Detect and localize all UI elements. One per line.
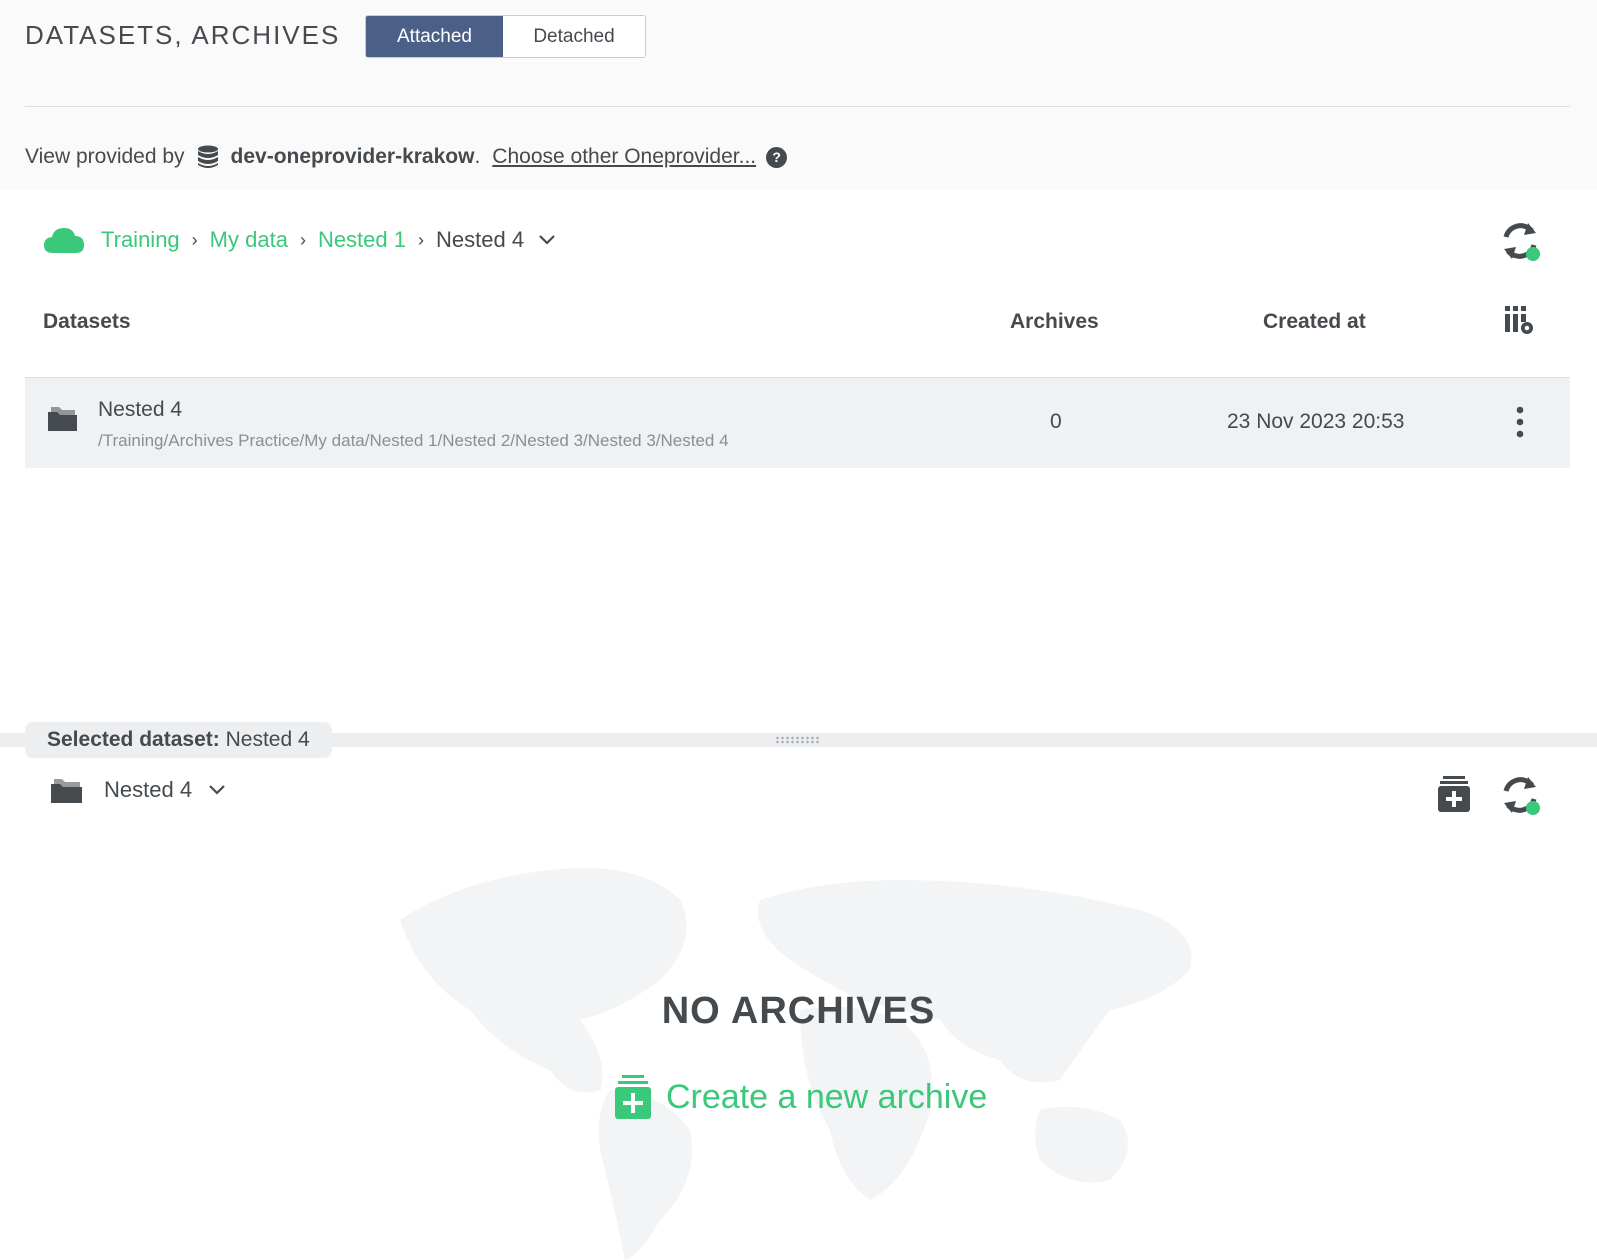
refresh-datasets-button[interactable]: [1500, 221, 1544, 268]
selected-dataset-tab: Selected dataset: Nested 4: [25, 722, 332, 758]
column-header-archives: Archives: [1010, 310, 1099, 333]
refresh-archives-button[interactable]: [1500, 775, 1544, 822]
add-archive-icon: [615, 1075, 651, 1119]
create-archive-button[interactable]: [1437, 775, 1471, 818]
breadcrumb-current: Nested 4: [436, 227, 525, 252]
dataset-name[interactable]: Nested 4: [98, 398, 182, 422]
column-header-created-at: Created at: [1263, 310, 1366, 333]
provider-name: dev-oneprovider-krakow: [230, 145, 475, 168]
breadcrumb-separator: ›: [191, 229, 198, 250]
breadcrumb-separator: ›: [418, 229, 424, 250]
world-map-background: [380, 860, 1220, 1260]
archives-dataset-name: Nested 4: [104, 777, 193, 802]
breadcrumb-item-training[interactable]: Training: [101, 227, 180, 253]
breadcrumb-separator: ›: [299, 229, 306, 250]
breadcrumb-item-nested-1[interactable]: Nested 1: [318, 227, 406, 253]
provider-period: .: [474, 145, 481, 168]
breadcrumb-item-my-data[interactable]: My data: [210, 227, 288, 253]
create-new-archive-link[interactable]: Create a new archive: [614, 1074, 987, 1120]
page-title: DATASETS, ARCHIVES: [25, 20, 341, 50]
archives-dataset-header: Nested 4: [50, 775, 226, 805]
more-options-icon[interactable]: [1515, 405, 1525, 444]
column-header-datasets: Datasets: [43, 310, 131, 333]
datasets-table-header: Datasets Archives Created at: [25, 300, 1570, 370]
refresh-icon: [1503, 777, 1540, 815]
dataset-created-at: 23 Nov 2023 20:53: [1227, 410, 1405, 433]
no-archives-title: NO ARCHIVES: [661, 990, 936, 1032]
columns-settings-icon[interactable]: [1503, 304, 1537, 342]
header-divider: [25, 106, 1570, 107]
table-row[interactable]: Nested 4 /Training/Archives Practice/My …: [25, 377, 1570, 468]
help-icon[interactable]: ?: [766, 146, 788, 168]
attached-detached-toggle: Attached Detached: [365, 15, 646, 58]
chevron-down-icon[interactable]: [538, 234, 556, 246]
selected-dataset-value: Nested 4: [225, 728, 310, 751]
chevron-down-icon[interactable]: [208, 784, 226, 796]
breadcrumb: Training › My data › Nested 1 › Nested 4: [43, 220, 556, 260]
detached-toggle-button[interactable]: Detached: [503, 16, 645, 57]
cloud-icon[interactable]: [43, 226, 85, 254]
resize-handle[interactable]: [775, 736, 821, 744]
dataset-archives-count: 0: [1050, 410, 1062, 433]
dataset-folder-icon: [47, 403, 79, 438]
provider-info: View provided by dev-oneprovider-krakow …: [25, 145, 788, 169]
selected-dataset-label: Selected dataset:: [47, 728, 220, 751]
refresh-icon: [1503, 223, 1540, 261]
choose-other-provider-link[interactable]: Choose other Oneprovider...: [492, 145, 756, 169]
dataset-path: /Training/Archives Practice/My data/Nest…: [98, 431, 729, 450]
create-archive-label: Create a new archive: [666, 1077, 988, 1116]
database-icon: [197, 145, 219, 169]
dataset-folder-icon: [50, 775, 84, 805]
add-archive-icon: [1438, 776, 1470, 812]
provider-prefix: View provided by: [25, 145, 185, 168]
attached-toggle-button[interactable]: Attached: [366, 16, 503, 57]
